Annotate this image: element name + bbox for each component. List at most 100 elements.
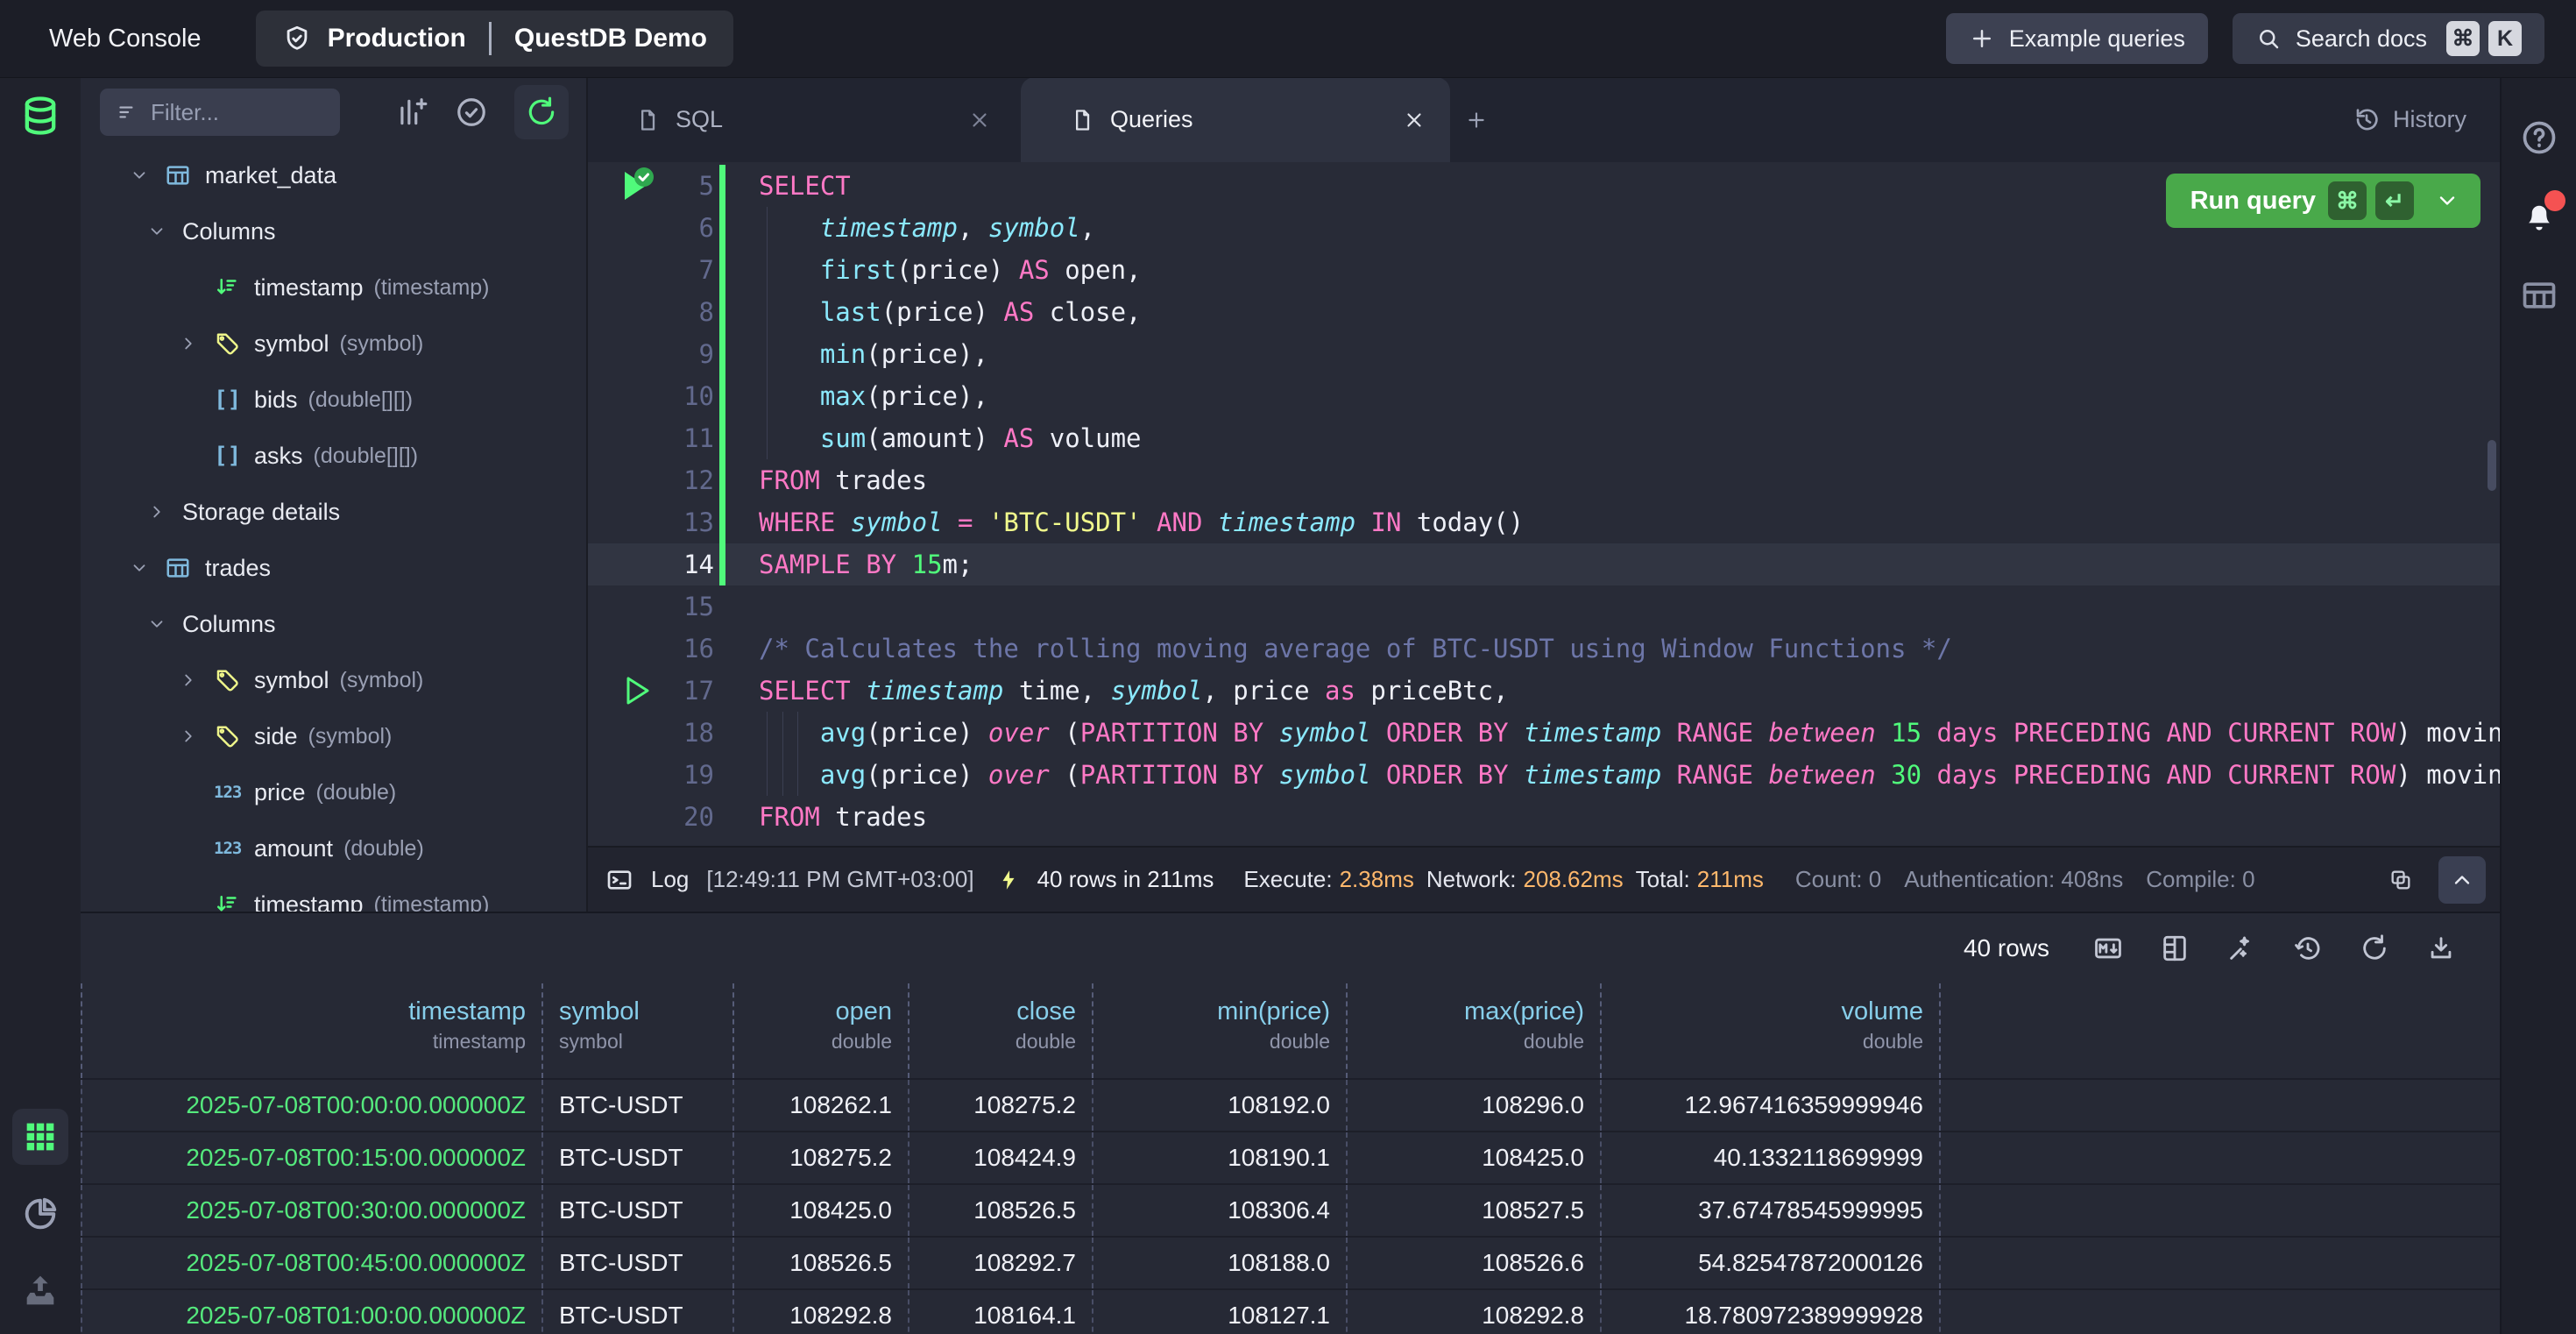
- cell-volume[interactable]: 54.82547872000126: [1602, 1238, 1941, 1288]
- cell-open[interactable]: 108262.1: [734, 1080, 909, 1131]
- code-area[interactable]: 5SELECT6 timestamp, symbol,7 first(price…: [586, 162, 2502, 846]
- table-row[interactable]: 2025-07-08T01:00:00.000000ZBTC-USDT10829…: [81, 1290, 2502, 1334]
- cell-close[interactable]: 108424.9: [909, 1132, 1093, 1183]
- refresh-button[interactable]: [2360, 933, 2389, 963]
- chevron-right-icon[interactable]: [179, 667, 214, 693]
- tree-item-timestamp[interactable]: timestamp(timestamp): [81, 876, 586, 912]
- restore-button[interactable]: [2293, 933, 2323, 963]
- code-line-18[interactable]: 18 avg(price) over (PARTITION BY symbol …: [586, 712, 2502, 754]
- column-header-symbol[interactable]: symbolsymbol: [543, 983, 734, 1078]
- tree-item-asks[interactable]: []asks(double[][]): [81, 428, 586, 484]
- tree-item-columns[interactable]: Columns: [81, 596, 586, 652]
- tree-item-symbol[interactable]: symbol(symbol): [81, 316, 586, 372]
- rail-item-help[interactable]: [2520, 118, 2558, 157]
- tab-queries[interactable]: Queries: [1021, 77, 1450, 162]
- new-tab-button[interactable]: [1450, 77, 1503, 162]
- table-row[interactable]: 2025-07-08T00:30:00.000000ZBTC-USDT10842…: [81, 1185, 2502, 1238]
- cell-open[interactable]: 108526.5: [734, 1238, 909, 1288]
- check-circle-button[interactable]: [455, 96, 488, 129]
- code-line-16[interactable]: 16/* Calculates the rolling moving avera…: [586, 628, 2502, 670]
- cell-volume[interactable]: 37.67478545999995: [1602, 1185, 1941, 1236]
- column-header-timestamp[interactable]: timestamptimestamp: [81, 983, 543, 1078]
- editor-scrollbar[interactable]: [2488, 440, 2496, 491]
- play-success-icon[interactable]: [618, 167, 656, 205]
- rail-item-panels[interactable]: [2520, 276, 2558, 315]
- chevron-down-icon[interactable]: [147, 218, 182, 245]
- close-tab-icon[interactable]: [968, 109, 991, 131]
- cell-close[interactable]: 108164.1: [909, 1290, 1093, 1334]
- play-icon[interactable]: [618, 671, 656, 710]
- rail-item-pie-chart[interactable]: [12, 1186, 68, 1242]
- code-line-13[interactable]: 13WHERE symbol = 'BTC-USDT' AND timestam…: [586, 501, 2502, 543]
- code-line-20[interactable]: 20FROM trades: [586, 796, 2502, 838]
- markdown-export-button[interactable]: [2093, 933, 2123, 963]
- cell-close[interactable]: 108526.5: [909, 1185, 1093, 1236]
- filter-input[interactable]: Filter...: [100, 89, 340, 136]
- cell-open[interactable]: 108292.8: [734, 1290, 909, 1334]
- cell-symbol[interactable]: BTC-USDT: [543, 1132, 734, 1183]
- column-header-min-price-[interactable]: min(price)double: [1093, 983, 1348, 1078]
- cell-open[interactable]: 108425.0: [734, 1185, 909, 1236]
- cell-max-price-[interactable]: 108292.8: [1348, 1290, 1602, 1334]
- code-line-14[interactable]: 14SAMPLE BY 15m;: [586, 543, 2502, 585]
- code-line-11[interactable]: 11 sum(amount) AS volume: [586, 417, 2502, 459]
- close-tab-icon[interactable]: [1403, 109, 1426, 131]
- tree-item-trades[interactable]: trades: [81, 540, 586, 596]
- column-header-close[interactable]: closedouble: [909, 983, 1093, 1078]
- code-line-10[interactable]: 10 max(price),: [586, 375, 2502, 417]
- code-line-9[interactable]: 9 min(price),: [586, 333, 2502, 375]
- column-header-volume[interactable]: volumedouble: [1602, 983, 1941, 1078]
- cell-max-price-[interactable]: 108296.0: [1348, 1080, 1602, 1131]
- cell-timestamp[interactable]: 2025-07-08T01:00:00.000000Z: [81, 1290, 543, 1334]
- cell-symbol[interactable]: BTC-USDT: [543, 1185, 734, 1236]
- tree-item-amount[interactable]: 123amount(double): [81, 820, 586, 876]
- cell-timestamp[interactable]: 2025-07-08T00:30:00.000000Z: [81, 1185, 543, 1236]
- cell-min-price-[interactable]: 108188.0: [1093, 1238, 1348, 1288]
- code-line-19[interactable]: 19 avg(price) over (PARTITION BY symbol …: [586, 754, 2502, 796]
- table-row[interactable]: 2025-07-08T00:45:00.000000ZBTC-USDT10852…: [81, 1238, 2502, 1290]
- chevron-down-icon[interactable]: [130, 555, 165, 581]
- add-metrics-button[interactable]: [395, 96, 428, 129]
- tree-item-timestamp[interactable]: timestamp(timestamp): [81, 259, 586, 316]
- code-line-8[interactable]: 8 last(price) AS close,: [586, 291, 2502, 333]
- cell-max-price-[interactable]: 108425.0: [1348, 1132, 1602, 1183]
- cell-min-price-[interactable]: 108192.0: [1093, 1080, 1348, 1131]
- code-line-17[interactable]: 17SELECT timestamp time, symbol, price a…: [586, 670, 2502, 712]
- copy-button[interactable]: [2377, 856, 2424, 904]
- cell-timestamp[interactable]: 2025-07-08T00:00:00.000000Z: [81, 1080, 543, 1131]
- cell-close[interactable]: 108275.2: [909, 1080, 1093, 1131]
- tree-item-price[interactable]: 123price(double): [81, 764, 586, 820]
- tree-item-columns[interactable]: Columns: [81, 203, 586, 259]
- history-button[interactable]: History: [2353, 77, 2502, 162]
- cell-timestamp[interactable]: 2025-07-08T00:15:00.000000Z: [81, 1132, 543, 1183]
- rail-item-grid-view[interactable]: [12, 1109, 68, 1165]
- collapse-up-button[interactable]: [2438, 856, 2486, 904]
- cell-timestamp[interactable]: 2025-07-08T00:45:00.000000Z: [81, 1238, 543, 1288]
- rail-item-notifications[interactable]: [2520, 197, 2558, 236]
- cell-symbol[interactable]: BTC-USDT: [543, 1080, 734, 1131]
- cell-max-price-[interactable]: 108527.5: [1348, 1185, 1602, 1236]
- code-line-7[interactable]: 7 first(price) AS open,: [586, 249, 2502, 291]
- cell-volume[interactable]: 40.1332118699999: [1602, 1132, 1941, 1183]
- column-header-open[interactable]: opendouble: [734, 983, 909, 1078]
- rail-item-import-upload[interactable]: [12, 1263, 68, 1319]
- download-button[interactable]: [2426, 933, 2456, 963]
- tree-item-bids[interactable]: []bids(double[][]): [81, 372, 586, 428]
- table-row[interactable]: 2025-07-08T00:15:00.000000ZBTC-USDT10827…: [81, 1132, 2502, 1185]
- cell-symbol[interactable]: BTC-USDT: [543, 1290, 734, 1334]
- code-line-12[interactable]: 12FROM trades: [586, 459, 2502, 501]
- cell-min-price-[interactable]: 108306.4: [1093, 1185, 1348, 1236]
- cell-min-price-[interactable]: 108190.1: [1093, 1132, 1348, 1183]
- rail-item-database-logo[interactable]: [12, 88, 68, 144]
- chart-wizard-button[interactable]: [2226, 933, 2256, 963]
- refresh-button[interactable]: [514, 85, 569, 139]
- layout-button[interactable]: [2160, 933, 2190, 963]
- instance-badge[interactable]: Production QuestDB Demo: [256, 11, 733, 67]
- cell-volume[interactable]: 12.967416359999946: [1602, 1080, 1941, 1131]
- cell-close[interactable]: 108292.7: [909, 1238, 1093, 1288]
- chevron-right-icon[interactable]: [179, 723, 214, 749]
- cell-volume[interactable]: 18.780972389999928: [1602, 1290, 1941, 1334]
- chevron-down-icon[interactable]: [130, 162, 165, 188]
- chevron-down-icon[interactable]: [2435, 188, 2459, 213]
- table-row[interactable]: 2025-07-08T00:00:00.000000ZBTC-USDT10826…: [81, 1080, 2502, 1132]
